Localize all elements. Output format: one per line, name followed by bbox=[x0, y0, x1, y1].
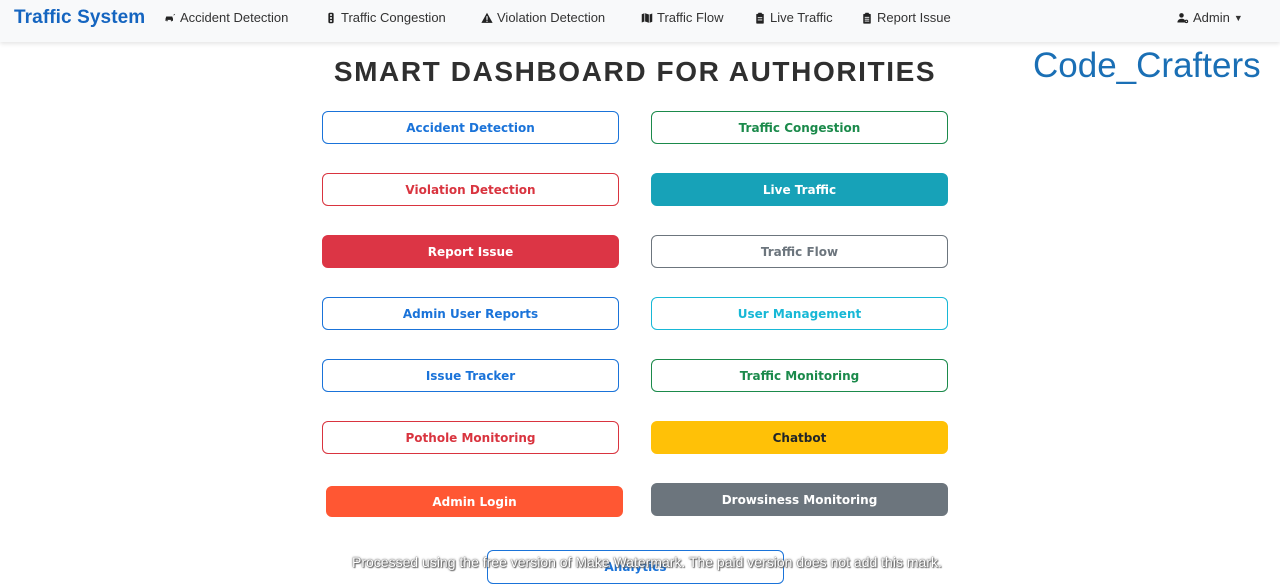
admin-login-button[interactable]: Admin Login bbox=[326, 486, 623, 517]
page-title: SMART DASHBOARD FOR AUTHORITIES bbox=[333, 56, 937, 87]
traffic-monitoring-button[interactable]: Traffic Monitoring bbox=[651, 359, 948, 392]
accident-detection-button[interactable]: Accident Detection bbox=[322, 111, 619, 144]
clipboard-icon bbox=[756, 12, 764, 24]
issue-tracker-button[interactable]: Issue Tracker bbox=[322, 359, 619, 392]
chatbot-button[interactable]: Chatbot bbox=[651, 421, 948, 454]
nav-item-label: Traffic Flow bbox=[657, 10, 724, 25]
admin-user-dropdown[interactable]: Admin ▼ bbox=[1177, 10, 1243, 25]
nav-traffic-flow[interactable]: Traffic Flow bbox=[641, 10, 723, 25]
brand-link[interactable]: Traffic System bbox=[14, 7, 145, 29]
traffic-congestion-button[interactable]: Traffic Congestion bbox=[651, 111, 948, 144]
car-crash-icon bbox=[165, 13, 176, 21]
traffic-flow-button[interactable]: Traffic Flow bbox=[651, 235, 948, 268]
nav-violation-detection[interactable]: Violation Detection bbox=[481, 10, 605, 25]
nav-item-label: Report Issue bbox=[877, 10, 951, 25]
clipboard-list-icon bbox=[863, 12, 871, 24]
user-gear-icon bbox=[1177, 12, 1189, 23]
traffic-light-icon bbox=[328, 12, 334, 23]
nav-item-label: Traffic Congestion bbox=[341, 10, 446, 25]
map-icon bbox=[641, 12, 653, 23]
violation-detection-button[interactable]: Violation Detection bbox=[322, 173, 619, 206]
live-traffic-button[interactable]: Live Traffic bbox=[651, 173, 948, 206]
pothole-monitoring-button[interactable]: Pothole Monitoring bbox=[322, 421, 619, 454]
nav-live-traffic[interactable]: Live Traffic bbox=[754, 10, 833, 25]
nav-item-label: Accident Detection bbox=[180, 10, 289, 25]
warning-icon bbox=[481, 12, 493, 23]
admin-label: Admin bbox=[1193, 10, 1230, 25]
watermark-notice: Processed using the free version of Make… bbox=[352, 554, 942, 570]
caret-down-icon: ▼ bbox=[1233, 12, 1243, 23]
nav-item-label: Violation Detection bbox=[497, 10, 606, 25]
nav-traffic-congestion[interactable]: Traffic Congestion bbox=[325, 10, 446, 25]
nav-report-issue[interactable]: Report Issue bbox=[861, 10, 951, 25]
nav-item-label: Live Traffic bbox=[770, 10, 833, 25]
drowsiness-monitoring-button[interactable]: Drowsiness Monitoring bbox=[651, 483, 948, 516]
admin-user-reports-button[interactable]: Admin User Reports bbox=[322, 297, 619, 330]
nav-accident-detection[interactable]: Accident Detection bbox=[164, 10, 288, 25]
report-issue-button[interactable]: Report Issue bbox=[322, 235, 619, 268]
user-management-button[interactable]: User Management bbox=[651, 297, 948, 330]
top-navbar: Traffic System Accident Detection Traffi… bbox=[0, 0, 1280, 42]
